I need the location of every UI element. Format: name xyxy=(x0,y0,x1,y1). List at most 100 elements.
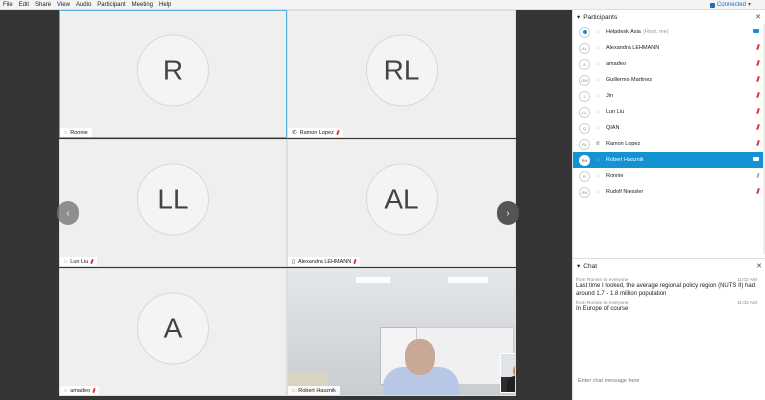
video-tile-ramon-lopez[interactable]: RL ✆ Ramon Lopez xyxy=(287,10,516,138)
participant-list: ◌ Helpdesk Asia (Host, me) AL ◌ Alexandra LEH… xyxy=(573,24,765,200)
message-text: In Europe of course xyxy=(576,306,629,312)
participant-name: Alexandra LEHMANN xyxy=(606,45,746,51)
participant-name: amadeo xyxy=(70,387,91,394)
tile-name-label: ▯ Alexandra LEHMANN xyxy=(288,257,361,266)
camera-icon-glyph xyxy=(753,157,759,161)
avatar: RL xyxy=(365,34,438,107)
participant-row[interactable]: RL ✆ Ramon Lopez xyxy=(573,136,765,152)
chat-title: Chat xyxy=(583,262,597,270)
menu-participant[interactable]: Participant xyxy=(94,0,128,10)
muted-mic-icon[interactable] xyxy=(751,59,760,68)
muted-mic-icon xyxy=(90,258,95,265)
previous-page-button[interactable]: ‹ xyxy=(57,201,79,225)
chevron-down-icon: ▾ xyxy=(577,263,581,270)
video-tile-lun-liu[interactable]: LL ◌ Lun Liu xyxy=(59,139,287,267)
menu-view[interactable]: View xyxy=(54,0,73,10)
avatar: AL xyxy=(365,163,438,236)
participant-name-text: Lun Liu xyxy=(606,109,625,115)
close-icon[interactable]: ✕ xyxy=(756,262,762,270)
microphone-icon: ◌ xyxy=(596,45,600,51)
muted-mic-icon[interactable] xyxy=(751,91,760,100)
connection-label: Connected xyxy=(716,2,746,8)
participant-row[interactable]: RN ◌ Rudolf Niessler xyxy=(573,184,765,200)
camera-icon[interactable] xyxy=(751,157,759,163)
next-page-button[interactable]: › xyxy=(497,201,519,225)
participant-row[interactable]: R ◌ Ronnie xyxy=(573,168,765,184)
participant-row[interactable]: ◌ Helpdesk Asia (Host, me) xyxy=(573,24,765,40)
muted-mic-icon-glyph xyxy=(756,75,760,83)
chat-messages: from Ronnie to everyone 11:02 AM Last ti… xyxy=(573,273,765,316)
video-tile-amadeo[interactable]: A ◌ amadeo xyxy=(59,268,287,396)
muted-mic-icon[interactable] xyxy=(751,43,760,52)
microphone-icon[interactable] xyxy=(751,172,760,180)
participant-row[interactable]: Q ◌ QIAN xyxy=(573,120,765,136)
muted-mic-icon[interactable] xyxy=(751,107,760,116)
microphone-icon-glyph xyxy=(756,172,760,178)
chevron-left-icon: ‹ xyxy=(66,207,70,219)
muted-mic-icon[interactable] xyxy=(751,187,760,196)
microphone-icon: ◌ xyxy=(596,61,600,67)
participants-header[interactable]: ▾ Participants ✕ xyxy=(573,10,765,24)
participant-name: Alexandra LEHMANN xyxy=(298,258,352,265)
muted-mic-icon-glyph xyxy=(756,187,760,195)
chat-input[interactable] xyxy=(578,375,758,387)
message-text: Last time I looked, the average regional… xyxy=(576,283,756,297)
self-view-thumbnail[interactable] xyxy=(500,353,515,393)
menu-meeting[interactable]: Meeting xyxy=(129,0,156,10)
camera-icon[interactable] xyxy=(751,29,759,35)
participant-row[interactable]: AL ◌ Alexandra LEHMANN xyxy=(573,40,765,56)
microphone-icon: ◌ xyxy=(596,125,600,131)
connection-status[interactable]: Connected ▾ xyxy=(709,0,751,10)
participants-title: Participants xyxy=(583,13,618,21)
microphone-icon: ◌ xyxy=(596,173,600,179)
menu-help[interactable]: Help xyxy=(156,0,174,10)
muted-mic-icon-glyph xyxy=(756,107,760,115)
participant-name: Robert Hasznik xyxy=(606,157,746,163)
menu-share[interactable]: Share xyxy=(32,0,54,10)
avatar: Q xyxy=(579,122,590,134)
microphone-icon: ◌ xyxy=(292,387,296,394)
chevron-down-icon: ▾ xyxy=(577,14,581,21)
menu-bar: File Edit Share View Audio Participant M… xyxy=(0,0,765,10)
microphone-icon: ◌ xyxy=(596,189,600,195)
participant-name-text: amadeo xyxy=(606,61,626,67)
microphone-icon: ◌ xyxy=(64,129,68,136)
participant-row[interactable]: LL ◌ Lun Liu xyxy=(573,104,765,120)
participant-row[interactable]: A ◌ amadeo xyxy=(573,56,765,72)
participant-name: Guillermo Martinez xyxy=(606,77,746,83)
video-tile-alexandra-lehmann[interactable]: AL ▯ Alexandra LEHMANN xyxy=(287,139,516,267)
participant-row[interactable]: GM ◌ Guillermo Martinez xyxy=(573,72,765,88)
video-tile-ronnie[interactable]: R ◌ Ronnie xyxy=(59,10,287,138)
muted-mic-icon-glyph xyxy=(756,139,760,147)
host-indicator-icon xyxy=(582,30,587,34)
close-icon[interactable]: ✕ xyxy=(755,13,761,21)
participant-name: Lun Liu xyxy=(606,109,746,115)
avatar: J xyxy=(579,90,590,102)
microphone-icon: ◌ xyxy=(64,387,68,394)
muted-mic-icon-glyph xyxy=(756,91,760,99)
participant-row[interactable]: RH ◌ Robert Hasznik xyxy=(573,152,765,168)
participant-name: Ronnie xyxy=(606,173,746,179)
avatar: LL xyxy=(579,106,590,118)
tile-name-label: ◌ amadeo xyxy=(60,386,100,395)
menu-audio[interactable]: Audio xyxy=(73,0,94,10)
avatar: RH xyxy=(579,154,590,166)
participant-name: amadeo xyxy=(606,61,746,67)
microphone-icon: ◌ xyxy=(64,258,68,265)
participant-name: Lun Liu xyxy=(70,258,89,265)
participant-name-text: Rudolf Niessler xyxy=(606,189,644,195)
participant-name: Ronnie xyxy=(70,129,88,136)
chat-header[interactable]: ▾ Chat ✕ xyxy=(573,259,765,273)
ceiling-light xyxy=(356,277,390,283)
menu-file[interactable]: File xyxy=(0,0,16,10)
participant-row[interactable]: J ◌ Jin xyxy=(573,88,765,104)
muted-mic-icon[interactable] xyxy=(751,75,760,84)
video-tile-robert-hasznik[interactable]: ◌ Robert Hasznik xyxy=(287,268,516,396)
side-panel: ▾ Participants ✕ ◌ Helpdesk Asia (Host, me… xyxy=(572,10,765,400)
avatar: AL xyxy=(579,42,590,54)
stage-left-margin xyxy=(0,10,59,400)
muted-mic-icon[interactable] xyxy=(751,123,760,132)
menu-edit[interactable]: Edit xyxy=(16,0,32,10)
participant-name: Ramon Lopez xyxy=(606,141,746,147)
muted-mic-icon[interactable] xyxy=(751,139,760,148)
